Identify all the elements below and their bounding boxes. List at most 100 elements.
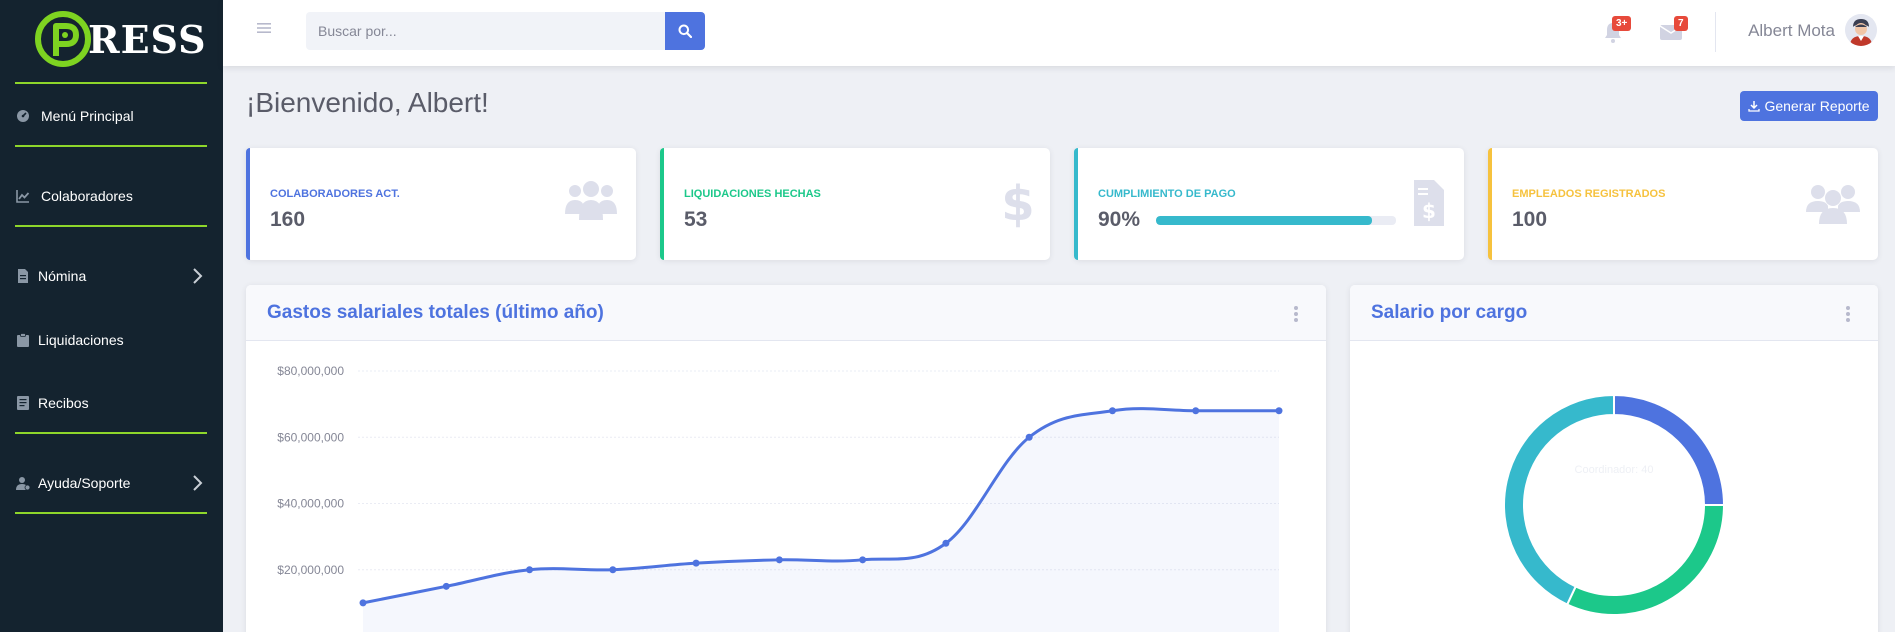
card-value: 90%	[1098, 208, 1141, 231]
messages-count-badge: 7	[1674, 16, 1688, 31]
stat-card-empleados: Empleados Registrados 100	[1488, 148, 1878, 260]
data-point[interactable]	[942, 539, 950, 547]
invoice-dollar-icon: $	[1414, 180, 1444, 226]
download-icon	[1748, 101, 1761, 112]
donut-chart: Coordinador: 40	[1503, 393, 1726, 616]
panel-title: Gastos salariales totales (último año)	[267, 302, 604, 323]
more-options-icon[interactable]	[1844, 304, 1852, 324]
card-value: 100	[1512, 208, 1548, 231]
user-name[interactable]: Albert Mota	[1748, 21, 1835, 41]
sidebar-item-nomina[interactable]: Nómina	[0, 256, 223, 296]
sidebar-item-ayuda-soporte[interactable]: Ayuda/Soporte	[0, 463, 223, 503]
data-point[interactable]	[442, 582, 450, 590]
brand-logo[interactable]: RESS	[34, 8, 207, 70]
users-icon	[1806, 185, 1860, 224]
card-value: 160	[270, 208, 306, 231]
page-title: ¡Bienvenido, Albert!	[246, 87, 489, 118]
card-accent	[660, 148, 664, 260]
generate-report-label: Generar Reporte	[1764, 98, 1870, 114]
card-value: 53	[684, 208, 708, 231]
card-label: Colaboradores Act.	[270, 188, 400, 200]
search-icon	[678, 24, 692, 38]
logo-text: RESS	[88, 16, 207, 62]
alerts-count-badge: 3+	[1612, 16, 1632, 31]
receipt-icon	[16, 396, 30, 410]
panel-header: Gastos salariales totales (último año)	[246, 285, 1326, 341]
donut-slice[interactable]	[1565, 504, 1726, 616]
search-input[interactable]	[306, 12, 665, 50]
avatar-icon	[1845, 14, 1877, 46]
stat-card-colaboradores: Colaboradores Act. 160	[246, 148, 636, 260]
data-point[interactable]	[359, 599, 367, 607]
dollar-icon: $	[1001, 178, 1032, 228]
salary-by-role-panel: Salario por cargo Coordinador: 40	[1350, 285, 1878, 632]
card-label: Liquidaciones Hechas	[684, 188, 821, 200]
salary-expenses-panel: Gastos salariales totales (último año) $…	[246, 285, 1326, 632]
user-help-icon	[16, 476, 30, 490]
sidebar-divider	[15, 512, 207, 514]
press-logo-icon	[35, 11, 91, 67]
menu-toggle-icon[interactable]	[257, 22, 271, 34]
card-accent	[246, 148, 250, 260]
data-point[interactable]	[692, 559, 700, 567]
card-label: Empleados Registrados	[1512, 188, 1666, 200]
topbar-divider	[1715, 12, 1716, 52]
search-button[interactable]	[665, 12, 705, 50]
sidebar-item-menu-principal[interactable]: Menú Principal	[0, 96, 223, 136]
card-accent	[1074, 148, 1078, 260]
user-avatar[interactable]	[1845, 14, 1877, 46]
donut-slice[interactable]	[1613, 393, 1726, 506]
card-accent	[1488, 148, 1492, 260]
alerts-button[interactable]: 3+	[1601, 16, 1632, 44]
clipboard-icon	[16, 333, 30, 347]
dashboard-icon	[16, 109, 30, 123]
progress-fill	[1156, 216, 1372, 225]
sidebar-item-label: Menú Principal	[41, 108, 134, 124]
area-fill	[363, 408, 1279, 632]
card-label: Cumplimiento de pago	[1098, 188, 1236, 200]
data-point[interactable]	[526, 566, 534, 574]
generate-report-button[interactable]: Generar Reporte	[1740, 91, 1878, 121]
sidebar-item-label: Nómina	[38, 268, 87, 284]
stat-card-cumplimiento: Cumplimiento de pago 90% $	[1074, 148, 1464, 260]
y-tick-label: $60,000,000	[277, 430, 344, 444]
donut-slice[interactable]	[1503, 393, 1615, 606]
chart-icon	[16, 189, 30, 203]
data-point[interactable]	[1192, 407, 1200, 415]
y-tick-label: $40,000,000	[277, 497, 344, 511]
data-point[interactable]	[775, 556, 783, 564]
more-options-icon[interactable]	[1292, 304, 1300, 324]
sidebar-divider	[15, 145, 207, 147]
sidebar-item-label: Ayuda/Soporte	[38, 475, 131, 491]
search-bar	[306, 12, 709, 50]
sidebar-item-label: Liquidaciones	[38, 332, 124, 348]
panel-header: Salario por cargo	[1350, 285, 1878, 341]
topbar: 3+ 7 Albert Mota	[223, 0, 1895, 66]
chevron-right-icon	[193, 475, 203, 491]
sidebar-item-colaboradores[interactable]: Colaboradores	[0, 176, 223, 216]
sidebar-item-recibos[interactable]: Recibos	[0, 383, 223, 423]
data-point[interactable]	[1108, 407, 1116, 415]
sidebar-divider	[15, 225, 207, 227]
document-icon	[16, 269, 30, 283]
data-point[interactable]	[859, 556, 867, 564]
data-point[interactable]	[1275, 407, 1283, 415]
y-tick-label: $20,000,000	[277, 563, 344, 577]
svg-text:$: $	[1001, 178, 1032, 228]
sidebar-divider	[15, 432, 207, 434]
y-tick-label: $80,000,000	[277, 364, 344, 378]
sidebar-item-liquidaciones[interactable]: Liquidaciones	[0, 320, 223, 360]
sidebar-item-label: Recibos	[38, 395, 89, 411]
stat-card-liquidaciones: Liquidaciones Hechas 53 $	[660, 148, 1050, 260]
sidebar-divider	[15, 82, 207, 84]
data-point[interactable]	[609, 566, 617, 574]
data-point[interactable]	[1025, 433, 1033, 441]
sidebar: RESS Menú Principal Colaboradores Nómina…	[0, 0, 223, 632]
area-chart: $20,000,000 $40,000,000 $60,000,000 $80,000…	[277, 364, 1283, 632]
sidebar-item-label: Colaboradores	[41, 188, 133, 204]
messages-button[interactable]: 7	[1659, 16, 1688, 44]
svg-text:$: $	[1422, 199, 1436, 223]
chart-tooltip: Coordinador: 40	[1575, 464, 1654, 476]
people-group-icon	[565, 181, 617, 220]
chevron-right-icon	[193, 268, 203, 284]
